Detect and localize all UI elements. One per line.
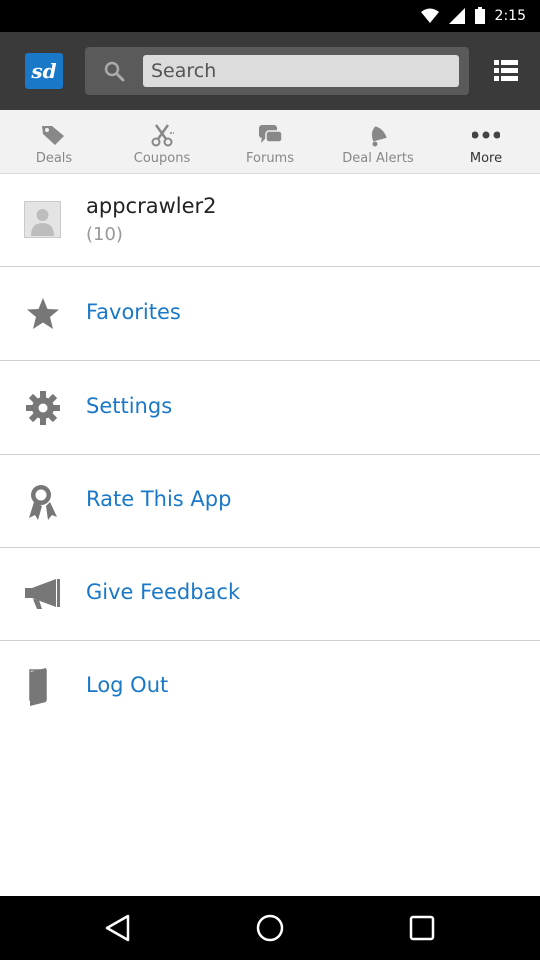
slickdeals-logo[interactable]: sd bbox=[25, 53, 63, 89]
avatar bbox=[24, 201, 61, 238]
megaphone-icon bbox=[25, 579, 60, 609]
tab-deals[interactable]: Deals bbox=[0, 110, 108, 173]
tab-forums[interactable]: Forums bbox=[216, 110, 324, 173]
recents-icon[interactable] bbox=[402, 908, 442, 948]
home-icon[interactable] bbox=[250, 908, 290, 948]
signal-icon bbox=[448, 7, 465, 24]
battery-icon bbox=[474, 7, 485, 24]
list-menu-icon[interactable] bbox=[490, 55, 522, 87]
menu-item-settings[interactable]: Settings bbox=[0, 361, 540, 455]
back-icon[interactable] bbox=[98, 908, 138, 948]
search-icon[interactable] bbox=[103, 60, 125, 82]
tab-bar: Deals Coupons Forums Deal Alerts More bbox=[0, 110, 540, 174]
gear-icon bbox=[26, 391, 60, 425]
search-input[interactable] bbox=[143, 55, 459, 87]
menu-item-rate-this-app[interactable]: Rate This App bbox=[0, 454, 540, 548]
username: appcrawler2 bbox=[86, 194, 217, 218]
star-icon bbox=[27, 298, 59, 329]
door-icon bbox=[29, 668, 47, 706]
scissors-icon bbox=[151, 124, 174, 147]
user-count: (10) bbox=[86, 224, 123, 245]
tab-coupons[interactable]: Coupons bbox=[108, 110, 216, 173]
tab-deal-alerts[interactable]: Deal Alerts bbox=[324, 110, 432, 173]
more-dots-icon bbox=[472, 131, 500, 139]
system-nav-bar bbox=[0, 896, 540, 960]
tab-more[interactable]: More bbox=[432, 110, 540, 173]
wifi-icon bbox=[420, 8, 439, 23]
status-bar: 2:15 bbox=[0, 0, 540, 32]
profile-row[interactable]: appcrawler2 (10) bbox=[0, 174, 540, 267]
search-bar bbox=[85, 47, 469, 95]
user-placeholder-icon bbox=[31, 209, 54, 236]
menu-item-give-feedback[interactable]: Give Feedback bbox=[0, 547, 540, 641]
tag-icon bbox=[42, 126, 64, 145]
clock: 2:15 bbox=[494, 7, 526, 24]
chat-icon bbox=[259, 125, 283, 143]
menu-item-favorites[interactable]: Favorites bbox=[0, 267, 540, 361]
menu-item-log-out[interactable]: Log Out bbox=[0, 640, 540, 733]
app-bar: sd bbox=[0, 32, 540, 110]
ribbon-icon bbox=[29, 485, 57, 520]
bell-icon bbox=[371, 126, 387, 147]
